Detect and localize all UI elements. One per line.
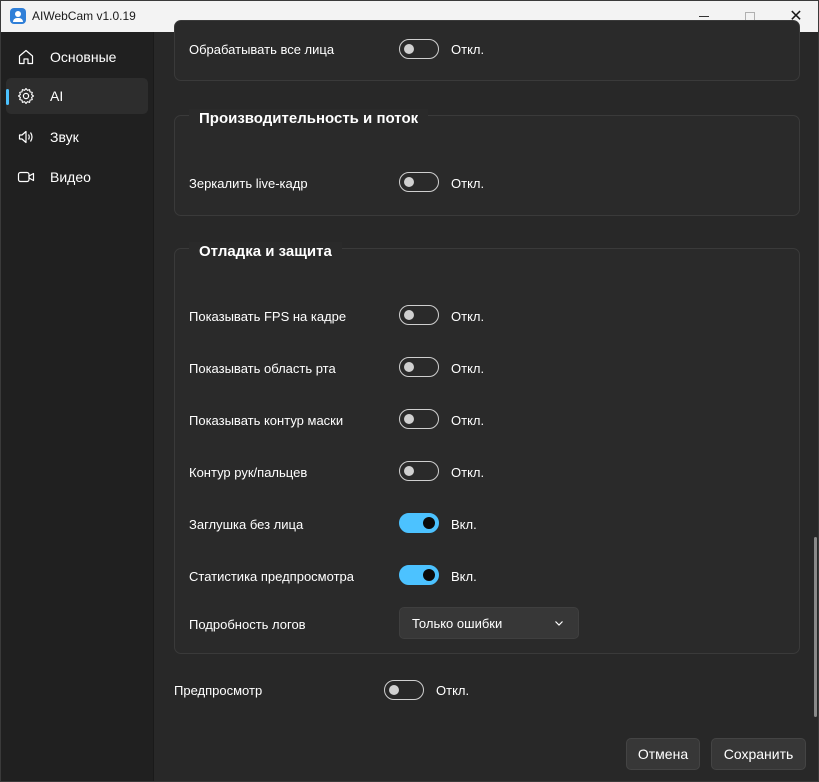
toggle-state-text: Вкл. [451, 569, 477, 584]
no-face-placeholder-toggle[interactable] [399, 513, 439, 533]
sidebar-item-label: Звук [50, 129, 79, 145]
toggle-knob [404, 310, 414, 320]
sidebar-item-label: Основные [50, 49, 117, 65]
toggle-state-text: Откл. [451, 465, 485, 480]
toggle-knob [404, 177, 414, 187]
toggle-state-text: Откл. [451, 361, 485, 376]
active-indicator [6, 89, 9, 105]
save-button[interactable]: Сохранить [711, 738, 806, 770]
toggle-state-text: Вкл. [451, 517, 477, 532]
sidebar-item-label: Видео [50, 169, 91, 185]
gear-icon [17, 87, 35, 105]
sidebar-item-general[interactable]: Основные [6, 39, 148, 75]
toggle-knob [423, 569, 435, 581]
mirror-live-frame-label: Зеркалить live-кадр [189, 176, 308, 191]
preview-label: Предпросмотр [174, 683, 263, 698]
sidebar-item-video[interactable]: Видео [6, 159, 148, 195]
toggle-state-text: Откл. [451, 176, 485, 191]
performance-settings-card: Производительность и поток Зеркалить liv… [174, 109, 800, 216]
preview-stats-toggle[interactable] [399, 565, 439, 585]
toggle-knob [404, 44, 414, 54]
minimize-icon [699, 16, 709, 17]
section-title: Производительность и поток [189, 109, 429, 129]
no-face-placeholder-label: Заглушка без лица [189, 517, 304, 532]
mirror-live-frame-toggle[interactable] [399, 172, 439, 192]
toggle-knob [404, 362, 414, 372]
hand-contour-toggle[interactable] [399, 461, 439, 481]
video-camera-icon [17, 168, 35, 186]
window-title: AIWebCam v1.0.19 [32, 9, 136, 23]
toggle-knob [423, 517, 435, 529]
sidebar-item-label: AI [50, 88, 64, 104]
speaker-icon [17, 128, 35, 146]
show-mask-contour-toggle[interactable] [399, 409, 439, 429]
toggle-state-text: Откл. [436, 683, 470, 698]
toggle-state-text: Откл. [451, 42, 485, 57]
log-level-dropdown[interactable]: Только ошибки [399, 607, 579, 639]
show-mouth-area-toggle[interactable] [399, 357, 439, 377]
sidebar-item-sound[interactable]: Звук [6, 119, 148, 155]
sidebar-item-ai[interactable]: AI [6, 78, 148, 114]
toggle-knob [404, 466, 414, 476]
home-icon [17, 48, 35, 66]
toggle-knob [404, 414, 414, 424]
sidebar: Основные AI Звук Видео [1, 32, 153, 781]
show-fps-label: Показывать FPS на кадре [189, 309, 347, 324]
toggle-knob [389, 685, 399, 695]
preview-toggle[interactable] [384, 680, 424, 700]
show-fps-toggle[interactable] [399, 305, 439, 325]
process-all-faces-toggle[interactable] [399, 39, 439, 59]
toggle-state-text: Откл. [451, 413, 485, 428]
show-mouth-area-label: Показывать область рта [189, 361, 336, 376]
debug-settings-card: Отладка и защита Показывать FPS на кадре… [174, 242, 800, 654]
show-mask-contour-label: Показывать контур маски [189, 413, 344, 428]
log-level-label: Подробность логов [189, 617, 306, 632]
cancel-button[interactable]: Отмена [626, 738, 700, 770]
toggle-state-text: Откл. [451, 309, 485, 324]
app-logo-icon [10, 8, 26, 24]
process-all-faces-label: Обрабатывать все лица [189, 42, 335, 57]
hand-contour-label: Контур рук/пальцев [189, 465, 308, 480]
faces-settings-card: Обрабатывать все лица Откл. [174, 20, 800, 81]
preview-stats-label: Статистика предпросмотра [189, 569, 354, 584]
chevron-down-icon [555, 621, 563, 626]
vertical-scrollbar[interactable] [814, 537, 817, 717]
log-level-value: Только ошибки [412, 616, 503, 631]
settings-content: Обрабатывать все лица Откл. Производител… [153, 20, 818, 781]
app-window: AIWebCam v1.0.19 ✕ Основные AI Звук Виде… [0, 0, 819, 782]
section-title: Отладка и защита [189, 242, 342, 262]
